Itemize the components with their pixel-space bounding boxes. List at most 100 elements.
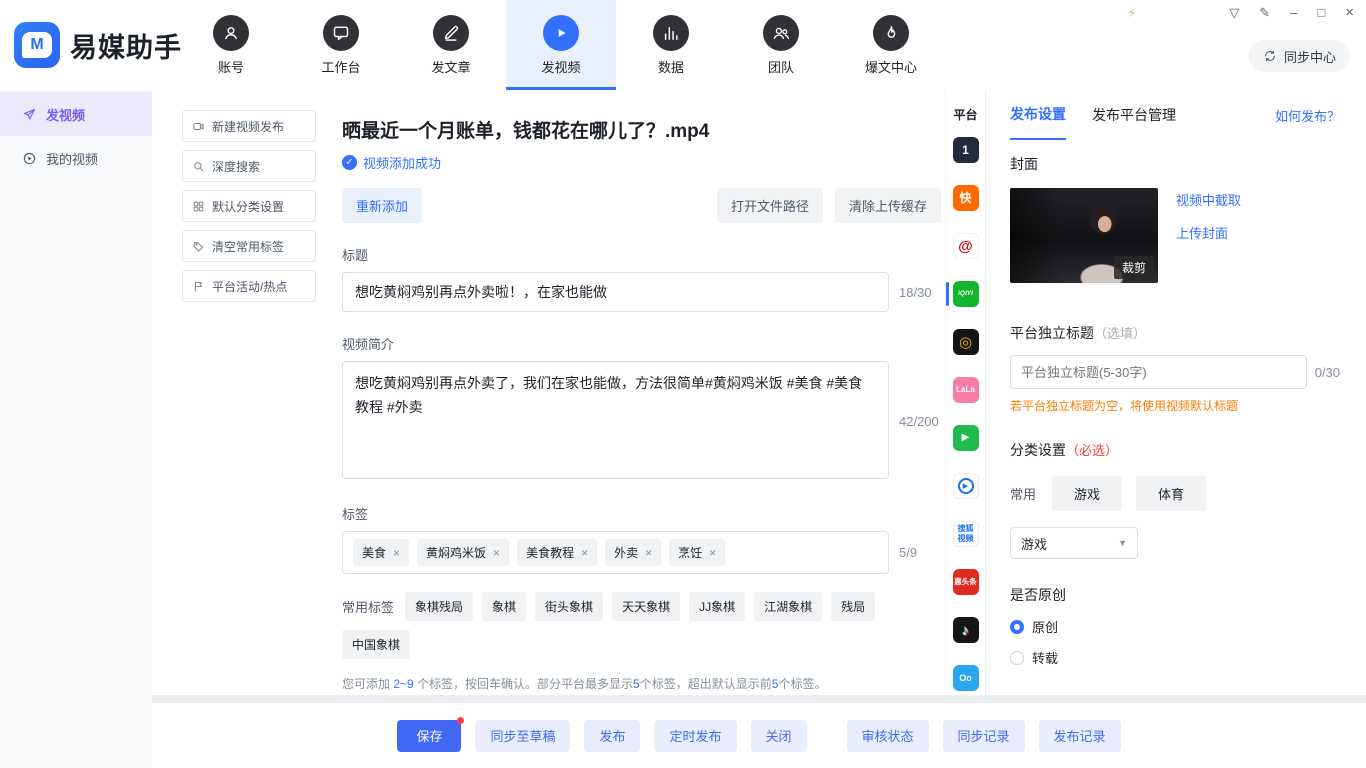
capture-from-video-link[interactable]: 视频中截取 <box>1176 190 1241 209</box>
platform-kuaishou[interactable]: 快 <box>953 185 979 211</box>
platform-douyin[interactable]: ♪ <box>953 617 979 643</box>
platform-strip-label: 平台 <box>953 106 977 123</box>
sidebar-item-publish-video[interactable]: 发视频 <box>0 92 152 136</box>
close-button-titlebar[interactable]: × <box>1345 5 1354 20</box>
chat-icon <box>323 15 359 51</box>
re-add-button[interactable]: 重新添加 <box>342 188 422 223</box>
category-chip-sports[interactable]: 体育 <box>1136 476 1206 511</box>
app-logo: M <box>14 22 60 68</box>
clear-upload-cache-button[interactable]: 清除上传缓存 <box>835 188 941 223</box>
common-tag-chip[interactable]: 象棋残局 <box>405 592 473 621</box>
tag-close-icon[interactable]: × <box>645 546 652 560</box>
radio-button-unselected[interactable] <box>1010 651 1024 665</box>
tag-close-icon[interactable]: × <box>493 546 500 560</box>
tab-platform-management[interactable]: 发布平台管理 <box>1092 90 1176 140</box>
video-plus-icon <box>192 120 205 133</box>
form-column: 晒最近一个月账单，钱都花在哪儿了？.mp4 ✓ 视频添加成功 重新添加 打开文件… <box>316 110 941 695</box>
how-to-publish-link[interactable]: 如何发布？ <box>1275 106 1340 125</box>
update-icon[interactable]: ⚡ <box>1128 7 1136 19</box>
common-tag-chip[interactable]: 江湖象棋 <box>754 592 822 621</box>
common-tag-chip[interactable]: 街头象棋 <box>535 592 603 621</box>
close-button[interactable]: 关闭 <box>751 720 807 752</box>
save-button[interactable]: 保存 <box>397 720 461 752</box>
new-video-publish-button[interactable]: 新建视频发布 <box>182 110 316 142</box>
publish-button[interactable]: 发布 <box>584 720 640 752</box>
platform-huitoutiao[interactable]: 惠头条 <box>953 569 979 595</box>
common-tag-chip[interactable]: JJ象棋 <box>689 592 745 621</box>
deep-search-button[interactable]: 深度搜索 <box>182 150 316 182</box>
maximize-button[interactable]: □ <box>1317 6 1325 19</box>
open-file-path-button[interactable]: 打开文件路径 <box>717 188 823 223</box>
platform-youku[interactable]: ▶ <box>953 473 979 499</box>
description-textarea[interactable]: 想吃黄焖鸡别再点外卖了，我们在家也能做，方法很简单#黄焖鸡米饭 #美食 #美食教… <box>342 361 889 479</box>
title-field-label: 标题 <box>342 245 941 264</box>
platform-sohu-video[interactable]: 搜狐视频 <box>953 521 979 547</box>
topnav-item-workbench[interactable]: 工作台 <box>286 0 396 90</box>
tag-chip[interactable]: 美食教程 × <box>517 539 597 566</box>
app-title: 易媒助手 <box>70 26 182 65</box>
common-tag-chip[interactable]: 中国象棋 <box>342 630 410 659</box>
sidebar-item-label: 我的视频 <box>46 149 98 168</box>
tag-chip[interactable]: 美食 × <box>353 539 409 566</box>
common-tags-label: 常用标签 <box>342 597 394 616</box>
sync-to-draft-button[interactable]: 同步至草稿 <box>475 720 570 752</box>
platform-ifeng[interactable]: @ <box>953 233 979 259</box>
footer-action-bar: 保存 同步至草稿 发布 定时发布 关闭 审核状态 同步记录 发布记录 <box>152 703 1366 768</box>
topnav-item-team[interactable]: 团队 <box>726 0 836 90</box>
sync-center-button[interactable]: 同步中心 <box>1249 40 1350 72</box>
category-select[interactable]: 游戏 ▼ <box>1010 527 1138 559</box>
minimize-button[interactable]: – <box>1290 6 1297 19</box>
repost-option-label: 转载 <box>1032 648 1058 667</box>
description-field-label: 视频简介 <box>342 334 941 353</box>
platform-dark-camera[interactable]: ◎ <box>953 329 979 355</box>
platform-bilibili[interactable]: LaLa <box>953 377 979 403</box>
tag-chip[interactable]: 外卖× <box>605 539 661 566</box>
platform-dark[interactable]: 1 <box>953 137 979 163</box>
review-status-button[interactable]: 审核状态 <box>847 720 929 752</box>
category-selected-value: 游戏 <box>1021 534 1047 553</box>
topnav-item-data[interactable]: 数据 <box>616 0 726 90</box>
topnav-label: 数据 <box>658 57 684 76</box>
description-char-counter: 42/200 <box>889 414 941 429</box>
notification-badge <box>457 717 464 724</box>
topnav-item-publish-article[interactable]: 发文章 <box>396 0 506 90</box>
radio-button-selected[interactable] <box>1010 620 1024 634</box>
tag-label: 美食教程 <box>526 544 574 561</box>
tray-arrow-icon[interactable]: ▽ <box>1229 6 1239 19</box>
clear-common-tags-button[interactable]: 清空常用标签 <box>182 230 316 262</box>
common-tag-chip[interactable]: 象棋 <box>482 592 526 621</box>
independent-title-input[interactable] <box>1010 355 1307 389</box>
platform-dark-logo: 1 <box>962 144 969 156</box>
platform-iqiyi[interactable]: iQIYI <box>953 281 979 307</box>
topnav-item-hot-center[interactable]: 爆文中心 <box>836 0 946 90</box>
topnav-item-publish-video[interactable]: 发视频 <box>506 0 616 90</box>
crop-button[interactable]: 裁剪 <box>1114 256 1154 279</box>
tag-chip[interactable]: 烹饪× <box>669 539 725 566</box>
tag-close-icon[interactable]: × <box>709 546 716 560</box>
edit-box-icon[interactable]: ✎ <box>1259 6 1270 19</box>
schedule-publish-button[interactable]: 定时发布 <box>654 720 736 752</box>
platform-activity-hotspot-button[interactable]: 平台活动/热点 <box>182 270 316 302</box>
title-input[interactable] <box>342 272 889 312</box>
radio-repost[interactable]: 转载 <box>1010 648 1340 667</box>
sync-records-button[interactable]: 同步记录 <box>943 720 1025 752</box>
category-chip-game[interactable]: 游戏 <box>1052 476 1122 511</box>
topnav-item-account[interactable]: 账号 <box>176 0 286 90</box>
tag-close-icon[interactable]: × <box>581 546 588 560</box>
tag-chip[interactable]: 黄焖鸡米饭× <box>417 539 509 566</box>
topnav-label: 账号 <box>218 57 244 76</box>
tags-input-box[interactable]: 美食 × 黄焖鸡米饭× 美食教程 × 外卖× 烹饪× <box>342 531 889 574</box>
common-tag-chip[interactable]: 天天象棋 <box>612 592 680 621</box>
sidebar-item-my-videos[interactable]: 我的视频 <box>0 136 152 180</box>
tag-close-icon[interactable]: × <box>393 546 400 560</box>
publish-records-button[interactable]: 发布记录 <box>1039 720 1121 752</box>
radio-original[interactable]: 原创 <box>1010 617 1340 636</box>
default-category-settings-button[interactable]: 默认分类设置 <box>182 190 316 222</box>
common-tag-chip[interactable]: 残局 <box>831 592 875 621</box>
platform-blue[interactable]: Oo <box>953 665 979 691</box>
left-sidebar: 发视频 我的视频 <box>0 90 152 768</box>
platform-green-play[interactable]: ▶ <box>953 425 979 451</box>
tab-publish-settings[interactable]: 发布设置 <box>1010 90 1066 140</box>
upload-cover-link[interactable]: 上传封面 <box>1176 223 1241 242</box>
tag-label: 美食 <box>362 544 386 561</box>
